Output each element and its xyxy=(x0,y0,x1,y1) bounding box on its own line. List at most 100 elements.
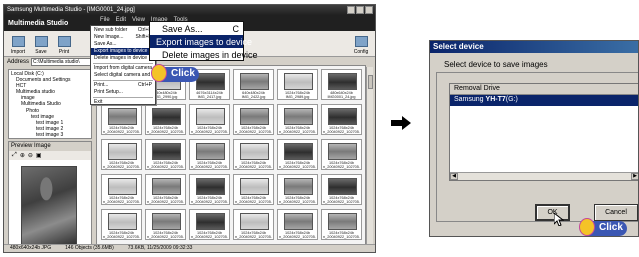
thumbnail-image xyxy=(284,178,313,195)
cancel-button[interactable]: Cancel xyxy=(594,204,638,221)
file-menu-item[interactable]: Save As... xyxy=(91,41,155,48)
thumbnail[interactable]: 1024x768x24b n_20040922_102705... xyxy=(277,174,318,205)
zoom-delete-images[interactable]: Delete images in device xyxy=(150,48,258,61)
list-header[interactable]: Removal Drive xyxy=(450,84,638,95)
import-label: Import xyxy=(10,49,26,55)
thumbnail-filename: n_20040922_102705... xyxy=(191,130,228,135)
thumbnail[interactable]: 1024x768x24b n_20040922_102705... xyxy=(321,139,362,170)
thumbnail[interactable]: 1024x768x24b n_20040922_102705... xyxy=(101,104,142,135)
import-button[interactable]: Import xyxy=(7,32,29,55)
menu-file[interactable]: File xyxy=(100,17,110,23)
thumbnail-caption: 1024x768x24b n_20040922_102705... xyxy=(323,161,360,170)
thumbnail[interactable]: 1024x768x24b IMG_2989.jpg xyxy=(277,69,318,100)
device-row[interactable]: Samsung YH-T7(G:) xyxy=(450,95,638,106)
preview-title: Preview Image xyxy=(9,142,91,151)
thumbnail[interactable]: 1024x768x24b n_20040922_102705... xyxy=(277,139,318,170)
thumbnail[interactable]: 480x640x24b IMG0001_24.jpg xyxy=(321,69,362,100)
thumbnail[interactable]: 1024x768x24b n_20040922_102705... xyxy=(101,174,142,205)
file-menu-item[interactable]: Exit xyxy=(91,99,155,106)
menu-edit[interactable]: Edit xyxy=(116,17,126,23)
thumbnail-image xyxy=(152,178,181,195)
thumbnail[interactable]: 1024x768x24b n_20040922_102705... xyxy=(321,104,362,135)
minimize-button[interactable] xyxy=(347,6,355,14)
dialog-click-callout: Click xyxy=(579,218,627,236)
thumbnail[interactable]: 1024x768x24b n_20040922_102705... xyxy=(145,104,186,135)
thumbnail[interactable]: 1024x768x24b n_20040922_102705... xyxy=(145,209,186,240)
zoom-export-images[interactable]: Export images to device xyxy=(150,35,252,48)
thumbnail-image xyxy=(240,213,269,230)
thumbnail[interactable]: 1024x768x24b n_20040922_102705... xyxy=(233,174,274,205)
zoom-save-as[interactable]: Save As... C xyxy=(150,22,243,35)
device-list[interactable]: Removal Drive Samsung YH-T7(G:) ◀ ▶ xyxy=(449,83,638,181)
thumbnail-caption: 1024x768x24b n_20040922_102705... xyxy=(103,126,140,135)
menu-view[interactable]: View xyxy=(132,17,145,23)
mouse-cursor-icon xyxy=(554,213,564,226)
thumbnail-filename: n_20040922_102705... xyxy=(279,165,316,170)
thumbnail[interactable]: 1024x768x24b n_20040922_102705... xyxy=(189,139,230,170)
file-menu-item[interactable]: Print... Ctrl+P xyxy=(91,82,155,89)
thumbnail[interactable]: 1024x768x24b n_20040922_102705... xyxy=(321,209,362,240)
thumbnail[interactable]: 1024x768x24b n_20040922_102705... xyxy=(233,209,274,240)
thumbnail[interactable]: 640x480x24b IMG_2422.jpg xyxy=(233,69,274,100)
window-title: Samsung Multimedia Studio - [IMG0001_24.… xyxy=(7,7,135,13)
thumbnail[interactable]: 1024x768x24b n_20040922_102705... xyxy=(145,174,186,205)
thumbnail[interactable]: 1024x768x24b n_20040922_102705... xyxy=(145,139,186,170)
file-menu-item[interactable]: Import from digital camera xyxy=(91,65,155,72)
thumbnail-filename: n_20040922_102705... xyxy=(103,165,140,170)
thumbnail[interactable]: 1024x768x24b n_20040922_102705... xyxy=(277,104,318,135)
thumbnail-caption: 1024x768x24b n_20040922_102705... xyxy=(147,161,184,170)
close-button[interactable] xyxy=(365,6,373,14)
thumbnail[interactable]: 1024x768x24b n_20040922_102705... xyxy=(233,104,274,135)
file-menu-item[interactable]: New sub folder Ctrl+N xyxy=(91,27,155,34)
device-brand: Samsung xyxy=(454,96,484,103)
zoom-in-icon[interactable]: ⊕ xyxy=(20,152,25,159)
horizontal-scrollbar[interactable]: ◀ ▶ xyxy=(450,172,638,180)
file-menu-item[interactable]: Select digital camera and Import xyxy=(91,72,166,79)
thumbnail[interactable]: 1024x768x24b n_20040922_102705... xyxy=(189,174,230,205)
thumbnail-filename: n_20040922_102705... xyxy=(103,130,140,135)
thumbnail[interactable]: 1024x768x24b n_20040922_102705... xyxy=(321,174,362,205)
ok-button[interactable]: OK xyxy=(535,204,570,221)
file-menu-item[interactable]: Delete images in device xyxy=(91,55,155,62)
thumbnail-image xyxy=(284,73,313,90)
scrollbar-thumb[interactable] xyxy=(368,75,373,89)
file-menu-item[interactable]: Print Setup... xyxy=(91,89,155,96)
thumbnail[interactable]: 1024x768x24b n_20040922_102705... xyxy=(189,209,230,240)
import-icon xyxy=(11,36,25,47)
thumbnail-image xyxy=(196,178,225,195)
tree-item[interactable]: test image 4 xyxy=(11,138,89,139)
thumbnail-image xyxy=(284,108,313,125)
thumbnail-filename: n_20040922_102705... xyxy=(147,235,184,240)
scroll-right-icon[interactable]: ▶ xyxy=(631,173,638,180)
thumbnail[interactable]: 1024x768x24b n_20040922_102705... xyxy=(189,104,230,135)
zoom-out-icon[interactable]: ⊖ xyxy=(28,152,33,159)
thumbnail-caption: 1024x768x24b n_20040922_102705... xyxy=(323,126,360,135)
thumbnail[interactable]: 1024x768x24b n_20040922_102705... xyxy=(101,139,142,170)
config-button[interactable]: Config xyxy=(350,32,372,55)
print-label: Print xyxy=(58,49,70,55)
thumbnail-caption: 1024x768x24b n_20040922_102705... xyxy=(279,231,316,240)
thumbnail[interactable]: 1024x768x24b n_20040922_102705... xyxy=(101,209,142,240)
file-menu-item-label: New sub folder xyxy=(94,27,128,33)
preview-toolbar: ⤢ ⊕ ⊖ ▣ xyxy=(9,151,91,160)
maximize-button[interactable] xyxy=(356,6,364,14)
print-button[interactable]: Print xyxy=(53,32,75,55)
thumbnail-caption: 4676x3114x24b IMG_2417.jpg xyxy=(191,91,228,100)
fit-icon[interactable]: ⤢ xyxy=(12,152,17,159)
thumbnail-image xyxy=(108,143,137,160)
file-menu-item[interactable]: New Image... Shift+N xyxy=(91,34,155,41)
scroll-left-icon[interactable]: ◀ xyxy=(450,173,458,180)
thumbnail[interactable]: 1024x768x24b n_20040922_102705... xyxy=(233,139,274,170)
thumbnail-image xyxy=(240,143,269,160)
vertical-scrollbar[interactable] xyxy=(366,67,373,245)
address-field[interactable]: C:\Multimedia studio\ xyxy=(31,58,92,66)
file-menu-item[interactable]: Export images to device xyxy=(91,48,155,55)
thumbnail[interactable]: 1024x768x24b n_20040922_102705... xyxy=(277,209,318,240)
thumbnail-image xyxy=(152,108,181,125)
actual-size-icon[interactable]: ▣ xyxy=(36,152,42,159)
thumbnail-image xyxy=(196,143,225,160)
save-button[interactable]: Save xyxy=(30,32,52,55)
thumbnail-image xyxy=(284,213,313,230)
dialog-prompt: Select device to save images xyxy=(444,60,548,69)
thumbnail-image xyxy=(284,143,313,160)
